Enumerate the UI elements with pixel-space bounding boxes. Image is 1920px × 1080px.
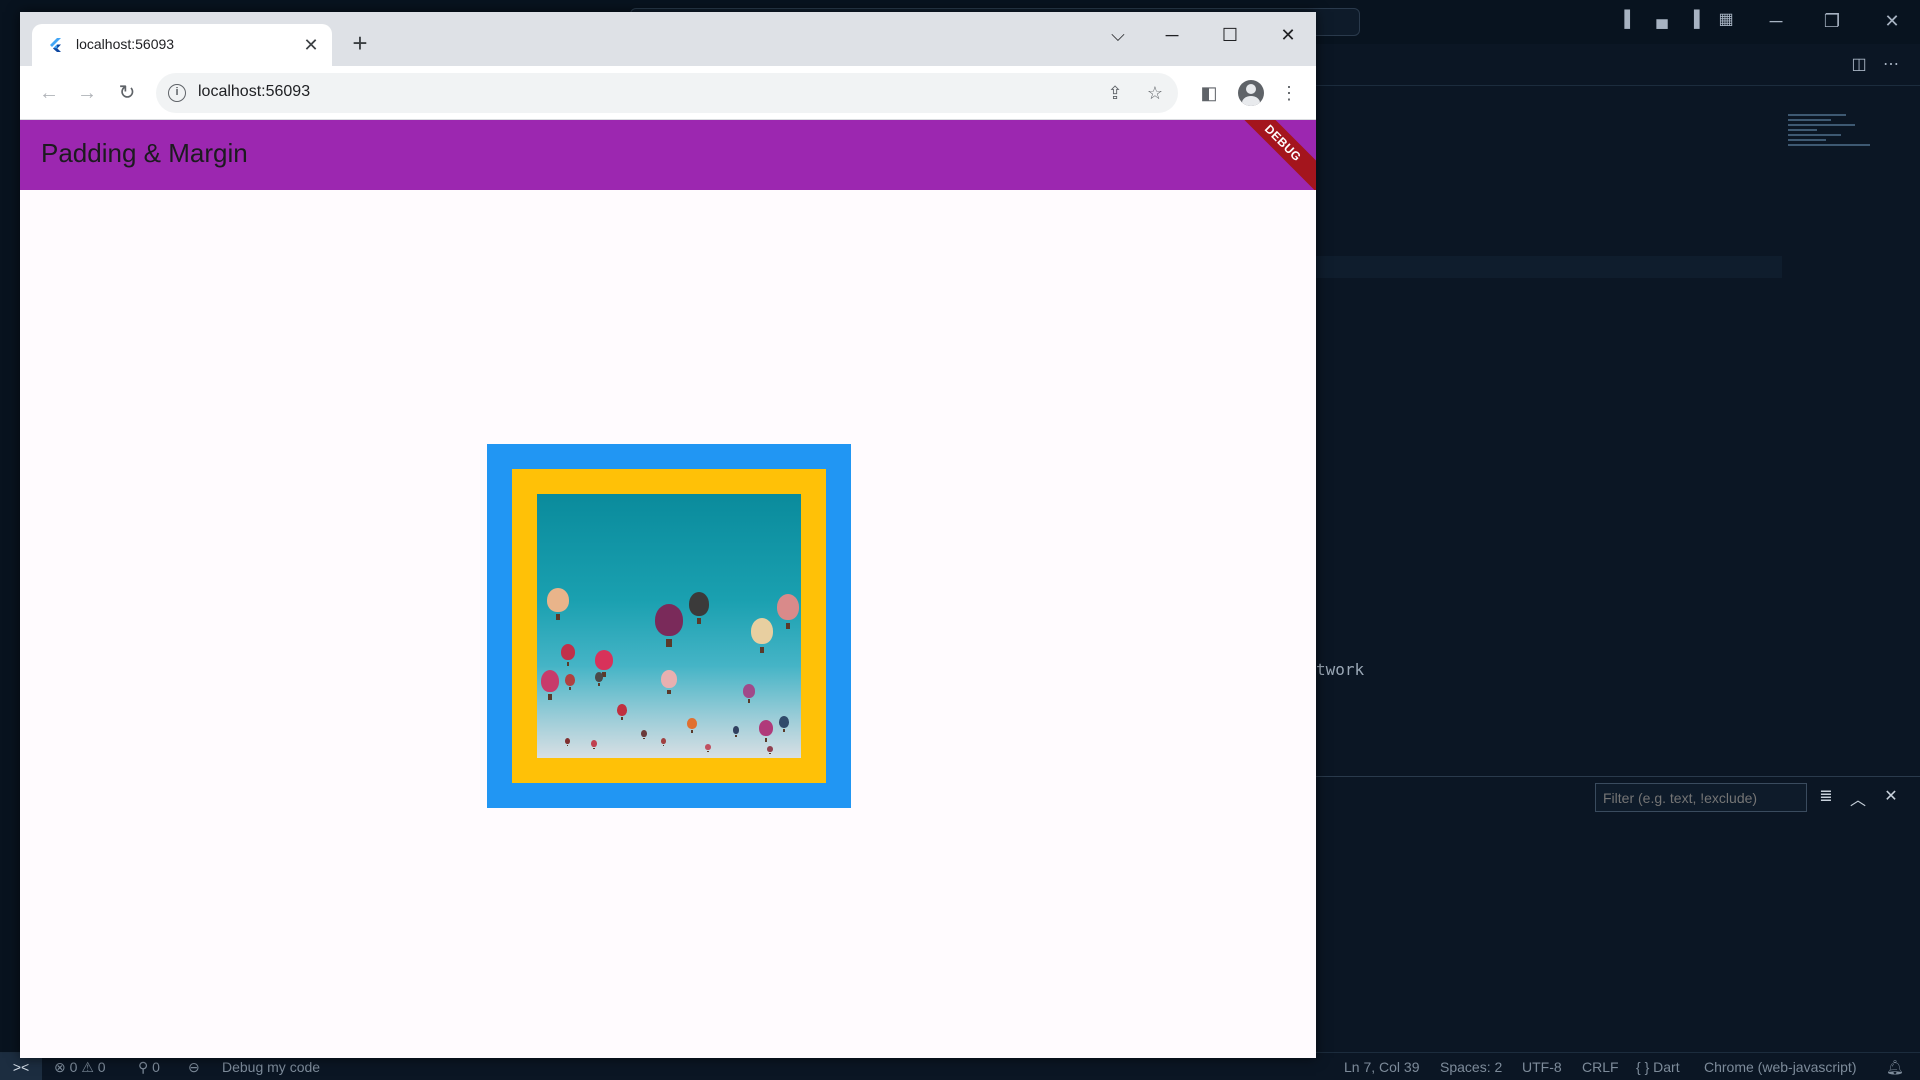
error-count: 0 bbox=[69, 1059, 78, 1075]
page-title: Padding & Margin bbox=[41, 138, 248, 168]
panel-filter-input[interactable] bbox=[1595, 783, 1807, 812]
language-status[interactable]: { } Dart bbox=[1636, 1059, 1680, 1075]
close-window-icon[interactable]: ✕ bbox=[1266, 20, 1310, 50]
toggle-primary-sidebar-icon[interactable]: ▌ bbox=[1620, 10, 1640, 30]
maximize-window-icon[interactable]: ☐ bbox=[1208, 20, 1252, 50]
app-bar: Padding & Margin DEBUG bbox=[20, 120, 1316, 190]
vscode-editor[interactable] bbox=[1316, 86, 1920, 776]
vscode-bottom-panel bbox=[1316, 776, 1920, 1026]
vscode-minimize-icon[interactable]: ─ bbox=[1756, 8, 1796, 34]
bookmark-star-icon[interactable]: ☆ bbox=[1144, 82, 1166, 104]
reload-icon[interactable]: ↻ bbox=[112, 78, 142, 108]
device-status[interactable]: Chrome (web-javascript) bbox=[1704, 1059, 1856, 1075]
browser-tabstrip: localhost:56093 ✕ + ⌵ ─ ☐ ✕ bbox=[20, 12, 1316, 66]
indentation-status[interactable]: Spaces: 2 bbox=[1440, 1059, 1502, 1075]
more-actions-icon[interactable]: ⋯ bbox=[1880, 54, 1902, 74]
new-tab-button[interactable]: + bbox=[346, 30, 374, 58]
vscode-close-icon[interactable]: ✕ bbox=[1872, 8, 1912, 34]
code-fragment: twork bbox=[1316, 660, 1365, 679]
warning-icon: ⚠ bbox=[81, 1059, 94, 1075]
warning-count: 0 bbox=[97, 1059, 106, 1075]
braces-icon: { } bbox=[1636, 1059, 1650, 1075]
padding-container bbox=[512, 469, 826, 783]
antenna-icon: ⚲ bbox=[138, 1059, 149, 1075]
vscode-restore-icon[interactable]: ❐ bbox=[1812, 8, 1852, 34]
tab-title: localhost:56093 bbox=[76, 36, 175, 52]
current-line-highlight bbox=[1316, 256, 1782, 278]
split-editor-icon[interactable]: ◫ bbox=[1848, 54, 1870, 74]
vscode-layout-controls: ▌ ▄ ▐ ▦ bbox=[1620, 10, 1736, 30]
tab-close-icon[interactable]: ✕ bbox=[300, 34, 322, 56]
browser-toolbar: ← → ↻ i localhost:56093 ⇪ ☆ ◧ ⋮ bbox=[20, 66, 1316, 120]
vscode-activity-bar bbox=[0, 44, 22, 1052]
eol-status[interactable]: CRLF bbox=[1582, 1059, 1619, 1075]
toggle-panel-icon[interactable]: ▄ bbox=[1652, 10, 1672, 30]
encoding-status[interactable]: UTF-8 bbox=[1522, 1059, 1562, 1075]
debug-banner: DEBUG bbox=[1222, 120, 1316, 190]
language-label: Dart bbox=[1653, 1059, 1680, 1075]
vscode-editor-tabbar: ◫ ⋯ bbox=[1316, 44, 1920, 86]
browser-window: localhost:56093 ✕ + ⌵ ─ ☐ ✕ ← → ↻ i loca… bbox=[20, 12, 1316, 1058]
profile-avatar[interactable] bbox=[1238, 80, 1264, 106]
debug-lock-icon[interactable]: ⊖ bbox=[188, 1059, 200, 1076]
flutter-logo-icon bbox=[50, 38, 61, 52]
close-panel-icon[interactable]: ✕ bbox=[1880, 786, 1902, 806]
minimap[interactable] bbox=[1788, 114, 1884, 174]
hot-air-balloons-image bbox=[537, 494, 801, 758]
clear-output-icon[interactable]: ≣ bbox=[1815, 786, 1837, 806]
app-body bbox=[20, 190, 1316, 1058]
chrome-menu-icon[interactable]: ⋮ bbox=[1274, 78, 1304, 108]
address-bar-url[interactable]: localhost:56093 bbox=[198, 83, 310, 101]
address-bar[interactable]: i localhost:56093 ⇪ ☆ bbox=[156, 73, 1178, 113]
forward-arrow-icon[interactable]: → bbox=[72, 78, 102, 108]
site-info-icon[interactable]: i bbox=[168, 84, 186, 102]
notifications-bell-icon[interactable]: 🔔︎ bbox=[1886, 1059, 1904, 1076]
debug-my-code-status[interactable]: Debug my code bbox=[222, 1059, 320, 1075]
cursor-position-status[interactable]: Ln 7, Col 39 bbox=[1344, 1059, 1420, 1075]
toggle-secondary-sidebar-icon[interactable]: ▐ bbox=[1684, 10, 1704, 30]
customize-layout-icon[interactable]: ▦ bbox=[1716, 10, 1736, 30]
share-icon[interactable]: ⇪ bbox=[1104, 82, 1126, 104]
browser-tab[interactable]: localhost:56093 ✕ bbox=[32, 24, 332, 66]
back-arrow-icon[interactable]: ← bbox=[34, 78, 64, 108]
ports-status[interactable]: ⚲ 0 bbox=[138, 1059, 160, 1076]
ports-count: 0 bbox=[152, 1059, 160, 1075]
margin-container bbox=[487, 444, 851, 808]
tab-search-chevron-icon[interactable]: ⌵ bbox=[1096, 20, 1140, 50]
minimize-window-icon[interactable]: ─ bbox=[1150, 20, 1194, 50]
side-panel-icon[interactable]: ◧ bbox=[1194, 78, 1224, 108]
problems-status[interactable]: ⊗ 0 ⚠ 0 bbox=[54, 1059, 106, 1076]
maximize-panel-icon[interactable]: ︿ bbox=[1847, 786, 1869, 810]
error-icon: ⊗ bbox=[54, 1059, 66, 1075]
